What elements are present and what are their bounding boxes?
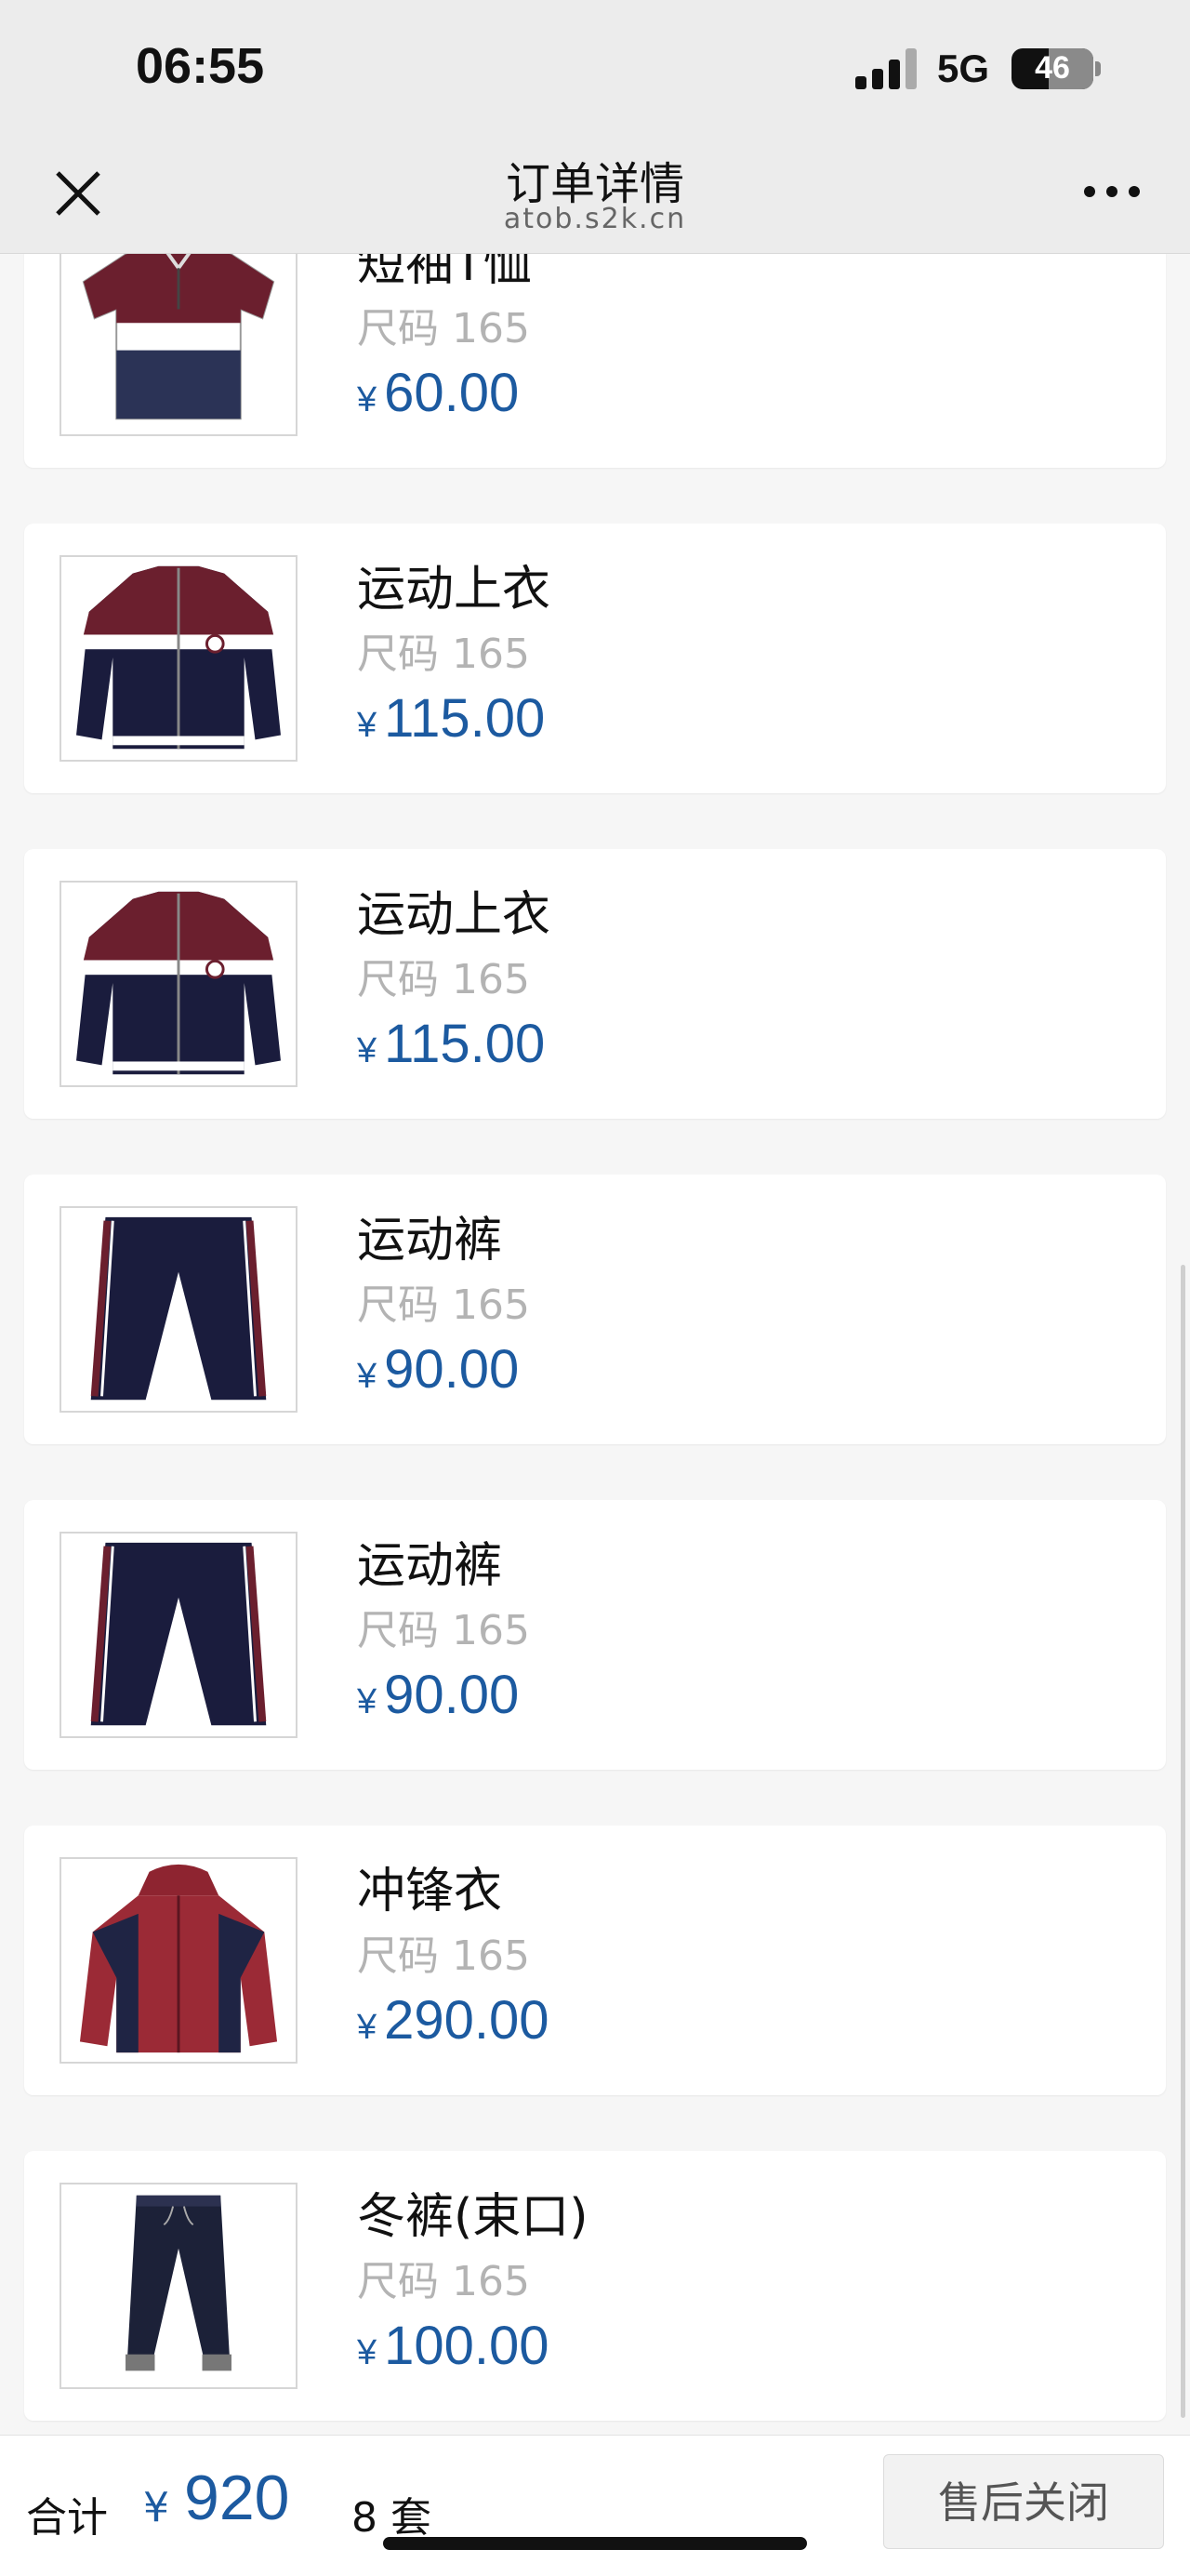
signal-icon [855, 45, 920, 89]
price-currency: ¥ [357, 380, 377, 419]
product-size: 尺码 165 [357, 1607, 530, 1654]
track-jacket-icon [76, 891, 281, 1075]
product-price: ¥290.00 [357, 1989, 549, 2052]
price-amount: 115.00 [384, 688, 546, 749]
total-currency: ¥ [143, 2484, 169, 2531]
order-item-list[interactable]: 短袖T恤 尺码 165 ¥60.00 运动上衣 尺码 165 ¥115.00 运… [0, 254, 1190, 2435]
jogger-pants-icon [126, 2195, 231, 2371]
status-bar: 06:55 5G 46 [0, 0, 1190, 139]
product-size: 尺码 165 [357, 1932, 530, 1980]
product-price: ¥115.00 [357, 687, 545, 750]
product-name: 运动裤 [357, 1213, 503, 1268]
battery-level: 46 [1035, 50, 1070, 86]
price-currency: ¥ [357, 2333, 377, 2372]
product-image [60, 1206, 298, 1413]
battery-icon: 46 [1012, 48, 1093, 89]
product-price: ¥90.00 [357, 1664, 519, 1726]
track-pants-icon [90, 1542, 267, 1726]
price-currency: ¥ [357, 706, 377, 745]
price-amount: 90.00 [384, 1665, 520, 1725]
status-time: 06:55 [136, 38, 265, 94]
price-currency: ¥ [357, 2008, 377, 2047]
product-image [60, 254, 298, 436]
windbreaker-icon [79, 1864, 278, 2053]
product-size: 尺码 165 [357, 2258, 530, 2305]
nav-bar: 订单详情 atob.s2k.cn [0, 139, 1190, 254]
more-icon [1084, 186, 1140, 197]
total-label: 合计 [26, 2494, 108, 2542]
product-image [60, 1857, 298, 2064]
scrollbar[interactable] [1181, 1265, 1185, 2418]
order-item-card[interactable]: 运动裤 尺码 165 ¥90.00 [24, 1500, 1166, 1770]
product-name: 短袖T恤 [357, 254, 532, 292]
product-image [60, 2183, 298, 2389]
product-name: 运动上衣 [357, 562, 551, 617]
order-item-card[interactable]: 运动上衣 尺码 165 ¥115.00 [24, 524, 1166, 793]
price-currency: ¥ [357, 1682, 377, 1721]
product-price: ¥100.00 [357, 2315, 549, 2377]
product-size: 尺码 165 [357, 631, 530, 678]
polo-shirt-icon [82, 254, 275, 420]
order-footer: 合计 ¥ 920 8 套 售后关闭 [0, 2435, 1190, 2576]
more-button[interactable] [1078, 177, 1145, 206]
product-image [60, 1532, 298, 1738]
product-image [60, 555, 298, 762]
price-amount: 115.00 [384, 1014, 546, 1074]
order-item-card[interactable]: 短袖T恤 尺码 165 ¥60.00 [24, 254, 1166, 468]
price-amount: 290.00 [384, 1990, 549, 2051]
track-pants-icon [90, 1216, 267, 1401]
order-item-card[interactable]: 运动裤 尺码 165 ¥90.00 [24, 1175, 1166, 1444]
price-amount: 100.00 [384, 2316, 549, 2376]
product-size: 尺码 165 [357, 956, 530, 1003]
product-size: 尺码 165 [357, 1281, 530, 1329]
order-item-card[interactable]: 冲锋衣 尺码 165 ¥290.00 [24, 1826, 1166, 2095]
home-indicator[interactable] [383, 2537, 807, 2550]
product-name: 运动上衣 [357, 887, 551, 943]
price-currency: ¥ [357, 1031, 377, 1070]
price-amount: 90.00 [384, 1339, 520, 1400]
product-image [60, 881, 298, 1087]
product-price: ¥60.00 [357, 362, 519, 424]
product-price: ¥115.00 [357, 1013, 545, 1075]
product-name: 运动裤 [357, 1538, 503, 1594]
battery-tip [1095, 61, 1101, 76]
track-jacket-icon [76, 565, 281, 750]
network-type: 5G [937, 46, 990, 90]
total-amount: 920 [184, 2463, 290, 2533]
page-url: atob.s2k.cn [503, 203, 687, 235]
product-size: 尺码 165 [357, 305, 530, 352]
after-sale-closed-button[interactable]: 售后关闭 [883, 2454, 1164, 2549]
product-name: 冲锋衣 [357, 1864, 503, 1919]
price-currency: ¥ [357, 1357, 377, 1396]
total-quantity: 8 套 [351, 2494, 431, 2542]
price-amount: 60.00 [384, 363, 520, 423]
product-name: 冬裤(束口) [357, 2189, 588, 2245]
order-item-card[interactable]: 冬裤(束口) 尺码 165 ¥100.00 [24, 2151, 1166, 2421]
product-price: ¥90.00 [357, 1338, 519, 1401]
order-item-card[interactable]: 运动上衣 尺码 165 ¥115.00 [24, 849, 1166, 1119]
